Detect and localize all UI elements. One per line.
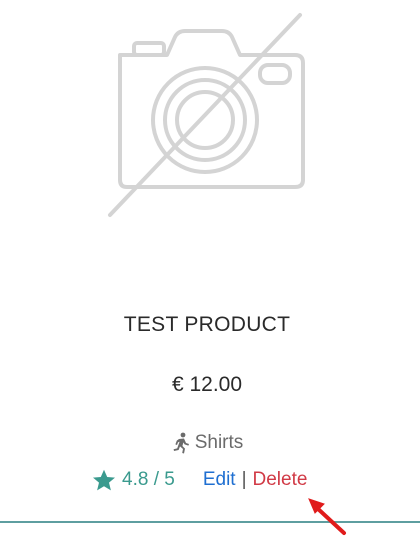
action-separator: | (241, 469, 247, 490)
edit-link[interactable]: Edit (203, 469, 236, 491)
delete-link[interactable]: Delete (253, 469, 308, 491)
category-label[interactable]: Shirts (195, 432, 244, 454)
annotation-arrow-icon (308, 498, 346, 535)
rating-value: 4.8 / 5 (122, 469, 175, 490)
product-category: Shirts (0, 432, 414, 454)
no-image-camera-icon (108, 13, 305, 217)
product-rating: 4.8 / 5 (92, 469, 175, 492)
product-title[interactable]: TEST PRODUCT (0, 313, 414, 337)
product-price: € 12.00 (171, 373, 243, 396)
star-icon (93, 469, 115, 490)
product-actions: Edit | Delete (203, 469, 308, 491)
product-meta-row: 4.8 / 5 Edit | Delete (92, 466, 307, 494)
running-person-icon (173, 432, 189, 454)
product-image-placeholder (100, 10, 315, 225)
product-card: TEST PRODUCT € 12.00 Shirts 4.8 / 5 Edit… (0, 0, 420, 543)
